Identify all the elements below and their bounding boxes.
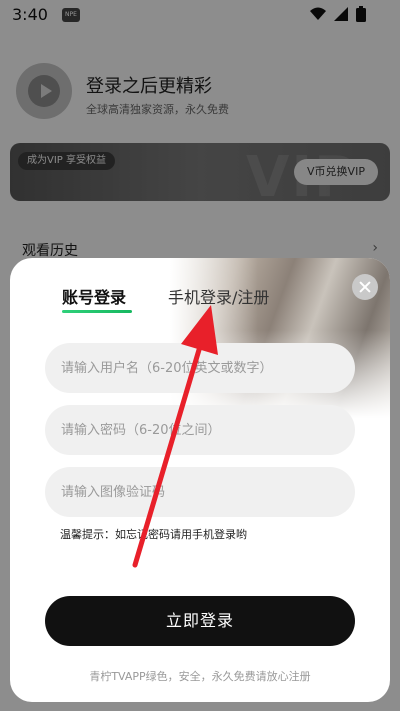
footer-note: 青柠TVAPP绿色，安全，永久免费请放心注册 bbox=[89, 670, 311, 683]
password-input[interactable] bbox=[45, 405, 355, 455]
close-button[interactable] bbox=[352, 274, 378, 300]
tab-phone-login[interactable]: 手机登录/注册 bbox=[168, 284, 269, 308]
active-tab-indicator bbox=[62, 310, 132, 313]
username-input[interactable] bbox=[45, 343, 355, 393]
login-button[interactable]: 立即登录 bbox=[45, 596, 355, 646]
login-modal: 账号登录 手机登录/注册 温馨提示：如忘记密码请用手机登录哟 立即登录 青柠TV… bbox=[10, 258, 390, 702]
captcha-input[interactable] bbox=[45, 467, 355, 517]
forgot-password-hint: 温馨提示：如忘记密码请用手机登录哟 bbox=[60, 528, 247, 541]
tab-account-login[interactable]: 账号登录 bbox=[62, 284, 126, 308]
